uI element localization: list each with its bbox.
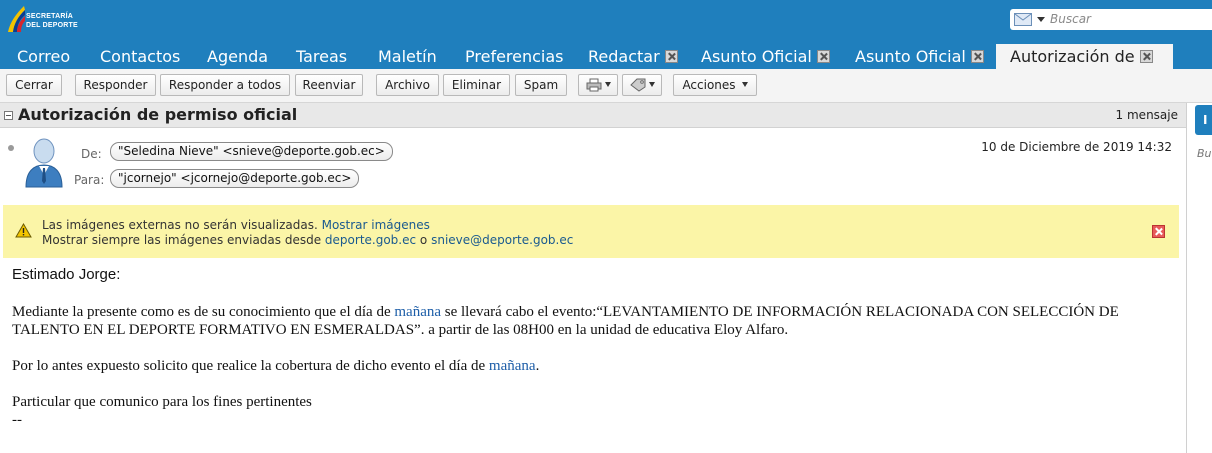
close-tab-icon[interactable] (664, 50, 678, 63)
body-text: Mediante la presente como es de su conoc… (12, 304, 395, 320)
sidebar-button[interactable]: I (1195, 105, 1212, 135)
flag-logo-icon (8, 6, 25, 32)
chevron-down-icon (741, 82, 748, 87)
message-body: Estimado Jorge: Mediante la presente com… (12, 266, 1177, 429)
search-scope-dropdown-icon[interactable] (1037, 17, 1045, 22)
delete-button[interactable]: Eliminar (443, 74, 510, 96)
message-subject: Autorización de permiso oficial (18, 105, 298, 124)
sidebar-search-text: Bu (1197, 147, 1212, 160)
tab-correo[interactable]: Correo (17, 44, 70, 69)
chevron-down-icon (604, 82, 611, 87)
tab-asunto-oficial-2[interactable]: Asunto Oficial (855, 44, 984, 69)
tag-menu-button[interactable] (622, 74, 662, 96)
tab-label: Tareas (296, 47, 348, 66)
tab-label: Asunto Oficial (701, 47, 812, 66)
warning-line1: Las imágenes externas no serán visualiza… (42, 218, 430, 232)
warning-icon (15, 223, 32, 238)
tab-label: Preferencias (465, 47, 564, 66)
close-tab-icon[interactable] (1139, 50, 1153, 63)
search-input[interactable] (1050, 11, 1208, 27)
tab-maletin[interactable]: Maletín (378, 44, 437, 69)
body-paragraph: Particular que comunico para los fines p… (12, 394, 312, 410)
date-link[interactable]: mañana (489, 358, 536, 374)
from-label: De: (81, 147, 102, 161)
sidebar-button-label: I (1203, 113, 1208, 127)
warning-text: Las imágenes externas no serán visualiza… (42, 218, 318, 232)
forward-button[interactable]: Reenviar (295, 74, 363, 96)
tag-icon (629, 78, 645, 92)
to-address-chip[interactable]: "jcornejo" <jcornejo@deporte.gob.ec> (110, 169, 360, 188)
to-label: Para: (74, 173, 105, 187)
always-show-sender-link[interactable]: snieve@deporte.gob.ec (431, 233, 573, 247)
tab-label: Correo (17, 47, 71, 66)
spam-button[interactable]: Spam (515, 74, 567, 96)
conversation-header: Autorización de permiso oficial 1 mensaj… (0, 103, 1186, 128)
show-images-link[interactable]: Mostrar imágenes (322, 218, 430, 232)
tab-autorizacion[interactable]: Autorización de (996, 44, 1173, 69)
reply-all-button[interactable]: Responder a todos (160, 74, 290, 96)
printer-icon (586, 78, 601, 92)
warning-text: Mostrar siempre las imágenes enviadas de… (42, 233, 322, 247)
warning-line2: Mostrar siempre las imágenes enviadas de… (42, 233, 573, 247)
tab-label: Redactar (588, 47, 660, 66)
chevron-down-icon (648, 82, 655, 87)
body-text: Por lo antes expuesto solicito que reali… (12, 358, 489, 374)
tab-label: Autorización de (1010, 47, 1135, 66)
tab-redactar[interactable]: Redactar (588, 44, 678, 69)
message-date: 10 de Diciembre de 2019 14:32 (981, 140, 1172, 154)
tab-preferencias[interactable]: Preferencias (465, 44, 564, 69)
greeting: Estimado Jorge: (12, 266, 121, 283)
tab-agenda[interactable]: Agenda (207, 44, 268, 69)
tab-asunto-oficial-1[interactable]: Asunto Oficial (701, 44, 830, 69)
body-text: . (535, 358, 540, 374)
search-box[interactable] (1010, 9, 1212, 30)
logo-line1: SECRETARÍA (26, 13, 73, 20)
tab-label: Asunto Oficial (855, 47, 966, 66)
top-header: SECRETARÍA DEL DEPORTE Correo Contactos … (0, 0, 1212, 69)
actions-label: Acciones (682, 78, 736, 92)
from-address-chip[interactable]: "Seledina Nieve" <snieve@deporte.gob.ec> (110, 142, 393, 161)
tab-label: Contactos (100, 47, 181, 66)
close-tab-icon[interactable] (816, 50, 830, 63)
body-paragraph: Mediante la presente como es de su conoc… (12, 303, 1177, 339)
right-sidebar: I Bu (1186, 103, 1212, 453)
print-menu-button[interactable] (578, 74, 618, 96)
archive-button[interactable]: Archivo (376, 74, 439, 96)
tab-contactos[interactable]: Contactos (100, 44, 180, 69)
message-toolbar: Cerrar Responder Responder a todos Reenv… (0, 69, 1212, 103)
collapse-icon[interactable] (4, 111, 13, 120)
always-show-domain-link[interactable]: deporte.gob.ec (325, 233, 416, 247)
close-button[interactable]: Cerrar (6, 74, 62, 96)
main-tabs: Correo Contactos Agenda Tareas Maletín P… (0, 44, 1212, 69)
close-tab-icon[interactable] (970, 50, 984, 63)
reply-button[interactable]: Responder (75, 74, 156, 96)
body-paragraph: Por lo antes expuesto solicito que reali… (12, 357, 1177, 375)
mail-icon[interactable] (1014, 13, 1032, 26)
tab-label: Agenda (207, 47, 269, 66)
warning-or-text: o (419, 233, 428, 247)
external-images-warning: Las imágenes externas no serán visualiza… (3, 205, 1179, 258)
logo: SECRETARÍA DEL DEPORTE (4, 4, 104, 36)
signature-separator: -- (12, 412, 22, 428)
tab-tareas[interactable]: Tareas (296, 44, 347, 69)
message-count: 1 mensaje (1115, 108, 1178, 122)
contact-avatar-icon (25, 138, 63, 188)
close-warning-icon[interactable] (1152, 225, 1165, 238)
date-link[interactable]: mañana (394, 304, 441, 320)
logo-line2: DEL DEPORTE (26, 22, 78, 29)
actions-menu-button[interactable]: Acciones (673, 74, 757, 96)
tab-label: Maletín (378, 47, 437, 66)
read-status-icon[interactable] (8, 145, 14, 151)
